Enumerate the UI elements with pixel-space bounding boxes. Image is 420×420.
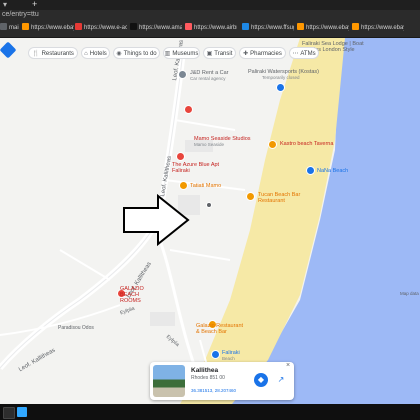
restaurant-pin[interactable] [268, 140, 277, 149]
bed-icon: ⌂ [84, 51, 88, 57]
chip-label: Restaurants [41, 51, 74, 57]
beach-pin[interactable] [211, 350, 220, 359]
chip-atms[interactable]: ⋯ ATMs [289, 47, 319, 59]
tab-menu-icon[interactable]: ▾ [3, 0, 7, 10]
bookmark-favicon-icon [352, 23, 359, 30]
road-minor-5 [169, 249, 231, 261]
directions-icon[interactable]: ◆ [254, 373, 268, 387]
bookmark-item[interactable]: https://www.amazo... [130, 23, 182, 34]
shopping-pin[interactable] [179, 181, 188, 190]
map-attribution: Map data [400, 291, 419, 296]
bookmark-favicon-icon [0, 23, 7, 30]
bookmark-favicon-icon [130, 23, 137, 30]
address-bar[interactable]: ce/entry=ttu [0, 10, 420, 20]
share-icon[interactable]: ↗ [274, 373, 288, 387]
start-button[interactable] [3, 407, 15, 419]
bookmark-item[interactable]: https://www.ebay.co... [297, 23, 349, 34]
bookmark-item[interactable]: mai [0, 23, 20, 34]
place-title: Kallithea [191, 367, 219, 374]
bookmark-label: https://www.airbnb... [194, 25, 237, 31]
browser-tab-strip: ▾ + [0, 0, 420, 10]
place-coordinates[interactable]: 36.381513, 28.207460 [191, 388, 236, 393]
chip-transit[interactable]: ▣ Transit [203, 47, 236, 59]
bookmark-item[interactable]: https://www.ffsugo... [242, 23, 294, 34]
bookmark-item[interactable]: https://www.airbnb... [185, 23, 237, 34]
chip-label: ATMs [300, 51, 316, 57]
selected-location-pin[interactable] [206, 202, 212, 208]
street-label: Paradisou Odos [58, 325, 94, 331]
chip-label: Hotels [89, 51, 107, 57]
poi-label[interactable]: The Azure Blue Apt Faliraki [172, 162, 220, 174]
bookmarks-bar: mai https://www.ebay.co... https://www.e-a… [0, 20, 420, 38]
chip-label: Transit [214, 51, 233, 57]
poi-sublabel: Mamo Seaside [194, 142, 225, 147]
museum-icon: ▥ [164, 51, 171, 57]
chip-label: Things to do [123, 51, 157, 57]
bookmark-label: https://www.ebay.co... [306, 25, 349, 31]
building-block [150, 312, 175, 326]
road-minor-3 [174, 119, 236, 131]
fork-knife-icon: 🍴 [32, 51, 40, 57]
chip-restaurants[interactable]: 🍴 Restaurants [28, 47, 78, 59]
poi-label[interactable]: Galazio Restaurant & Beach Bar [196, 323, 248, 335]
bookmark-item[interactable]: https://www.e-activ... [75, 23, 127, 34]
taskbar [0, 404, 420, 420]
chip-hotels[interactable]: ⌂ Hotels [81, 47, 110, 59]
road-minor-2 [59, 249, 111, 281]
close-icon[interactable]: × [286, 362, 290, 369]
url-text[interactable]: ce/entry=ttu [2, 10, 39, 20]
chip-things-to-do[interactable]: ◉ Things to do [113, 47, 160, 59]
map-canvas[interactable]: Leof. Kallitheas Leof. Kallitheas Leof. … [0, 38, 420, 404]
pharmacy-icon: ✚ [243, 51, 249, 57]
bookmark-label: https://www.e-activ... [84, 25, 127, 31]
building-block [178, 195, 200, 215]
poi-sublabel: Temporarily closed [262, 75, 300, 80]
map-drawing [0, 38, 420, 404]
place-subtitle: Rhodes 851 00 [191, 375, 225, 381]
chip-pharmacies[interactable]: ✚ Pharmacies [239, 47, 286, 59]
bookmark-label: https://www.ffsugo... [251, 25, 294, 31]
watersports-pin[interactable] [276, 83, 285, 92]
hotel-pin[interactable] [176, 152, 185, 161]
bookmark-label: https://www.ebay.co... [31, 25, 74, 31]
poi-label[interactable]: GALAZIO BEACH ROOMS [120, 286, 160, 304]
bookmark-label: mai [9, 25, 19, 31]
chip-museums[interactable]: ▥ Museums [163, 47, 200, 59]
bookmark-item[interactable]: https://www.ebay.co... [22, 23, 74, 34]
bookmark-label: https://www.ebay.co... [361, 25, 404, 31]
chip-label: Pharmacies [250, 51, 282, 57]
bookmark-favicon-icon [297, 23, 304, 30]
bookmark-favicon-icon [185, 23, 192, 30]
bar-pin[interactable] [246, 192, 255, 201]
photoshop-app-icon[interactable] [17, 407, 27, 417]
chip-label: Museums [172, 51, 199, 57]
poi-label[interactable]: Tatiati Mamo [190, 183, 221, 189]
poi-label[interactable]: Kastro beach Taverna [280, 141, 333, 147]
camera-icon: ◉ [116, 51, 122, 57]
beach-pin[interactable] [306, 166, 315, 175]
poi-label[interactable]: NaNa Beach [317, 168, 348, 174]
hotel-pin[interactable] [184, 105, 193, 114]
bus-icon: ▣ [206, 51, 213, 57]
bookmark-favicon-icon [75, 23, 82, 30]
atm-icon: ⋯ [292, 51, 299, 57]
bookmark-favicon-icon [22, 23, 29, 30]
place-thumbnail[interactable] [153, 365, 185, 397]
poi-label[interactable]: Tucan Beach Bar Restaurant [258, 192, 312, 204]
new-tab-button[interactable]: + [32, 0, 37, 10]
bookmark-item[interactable]: https://www.ebay.co... [352, 23, 404, 34]
bookmark-favicon-icon [242, 23, 249, 30]
bookmark-label: https://www.amazo... [139, 25, 182, 31]
car-rental-pin[interactable] [178, 70, 187, 79]
poi-sublabel: Car rental agency [190, 76, 226, 81]
place-card[interactable]: Kallithea Rhodes 851 00 36.381513, 28.20… [150, 362, 294, 400]
